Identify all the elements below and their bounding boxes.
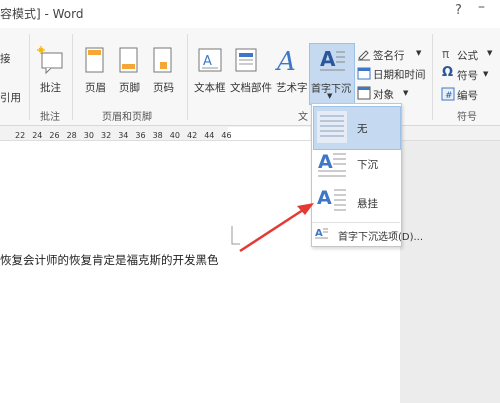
quick-parts-icon[interactable] (234, 46, 262, 76)
date-time-icon[interactable] (357, 66, 371, 80)
svg-text:A: A (318, 151, 333, 173)
chevron-down-icon: ▼ (327, 92, 333, 100)
page-number-button[interactable]: 页码 (153, 80, 174, 95)
signature-line-icon[interactable] (357, 47, 371, 61)
document-body-text[interactable]: 恢复会计师的恢复肯定是福克斯的开发黑色 (0, 252, 219, 268)
document-background (400, 141, 500, 403)
dropcap-dropped-icon[interactable]: A (317, 150, 347, 178)
dropcap-in-margin-icon[interactable]: A (317, 186, 347, 214)
window-title: 容模式] - Word (0, 7, 84, 21)
ruler-tick-label: 40 (169, 131, 180, 140)
ruler-tick-label: 42 (187, 131, 198, 140)
ruler-tick-label: 38 (152, 131, 163, 140)
textbox-button[interactable]: 文本框 (194, 80, 226, 95)
signature-line-button[interactable]: 签名行 (373, 48, 405, 63)
new-comment-button[interactable]: 批注 (40, 80, 61, 95)
chevron-down-icon[interactable]: ▼ (487, 49, 492, 57)
page-number-icon[interactable] (151, 46, 175, 76)
header-button[interactable]: 页眉 (85, 80, 106, 95)
wordart-button[interactable]: 艺术字 (276, 80, 308, 95)
svg-text:A: A (315, 228, 323, 239)
ruler-tick-label: 44 (204, 131, 215, 140)
numbering-icon[interactable]: # (441, 87, 455, 101)
dropcap-option-none-label: 无 (357, 123, 368, 135)
cut-off-button-label[interactable]: 接 (0, 51, 11, 66)
menu-divider (312, 222, 400, 223)
ruler-active-area (228, 127, 310, 140)
ruler-tick-label: 36 (135, 131, 146, 140)
ruler-tick-label: 26 (49, 131, 60, 140)
object-icon[interactable] (357, 86, 371, 100)
group-separator (187, 34, 188, 120)
quick-parts-button[interactable]: 文档部件 (230, 80, 272, 95)
header-icon[interactable] (83, 46, 107, 76)
numbering-button[interactable]: 编号 (457, 88, 478, 103)
svg-text:A: A (203, 54, 212, 69)
equation-button[interactable]: 公式 (457, 48, 478, 63)
group-label-text: 文 (298, 112, 308, 123)
svg-text:A: A (275, 47, 296, 76)
footer-button[interactable]: 页脚 (119, 80, 140, 95)
ruler-tick-label: 30 (83, 131, 94, 140)
ruler-tick-label: 32 (101, 131, 112, 140)
date-time-button[interactable]: 日期和时间 (373, 67, 426, 82)
footer-icon[interactable] (117, 46, 141, 76)
svg-text:A: A (320, 47, 336, 71)
chevron-down-icon[interactable]: ▼ (483, 70, 488, 78)
wordart-icon[interactable]: A (275, 44, 301, 76)
group-label-header-footer: 页眉和页脚 (102, 112, 152, 123)
dropcap-none-icon (317, 111, 347, 143)
symbol-button[interactable]: 符号 (457, 68, 478, 83)
group-separator (72, 34, 73, 120)
object-button[interactable]: 对象 (373, 87, 394, 102)
margin-corner-mark (231, 226, 240, 245)
dropcap-options-icon[interactable]: A (315, 226, 329, 240)
new-comment-icon[interactable] (36, 45, 66, 75)
svg-text:#: # (445, 91, 453, 101)
pi-icon: π (442, 47, 450, 61)
help-button[interactable]: ? (455, 3, 462, 18)
chevron-down-icon[interactable]: ▼ (416, 49, 421, 57)
omega-icon: Ω (442, 65, 454, 80)
ruler-tick-label: 34 (118, 131, 129, 140)
group-separator (29, 34, 30, 120)
ruler-tick-label: 22 (15, 131, 26, 140)
ruler-tick-label: 46 (221, 131, 232, 140)
ruler-tick-label: 24 (32, 131, 43, 140)
minimize-button[interactable]: – (478, 0, 485, 15)
dropcap-option-dropped-label[interactable]: 下沉 (357, 157, 378, 172)
group-label-comments: 批注 (40, 112, 60, 123)
group-separator (432, 34, 433, 120)
group-label-symbols: 符号 (457, 112, 477, 123)
dropcap-options-button[interactable]: 首字下沉选项(D)... (338, 228, 423, 243)
dropcap-icon: A (320, 47, 345, 71)
chevron-down-icon[interactable]: ▼ (403, 89, 408, 97)
ruler-tick-label: 28 (66, 131, 77, 140)
svg-text:A: A (317, 187, 332, 209)
dropcap-option-in-margin-label[interactable]: 悬挂 (357, 196, 378, 211)
textbox-icon[interactable]: A (197, 46, 223, 76)
cut-off-button-label[interactable]: 引用 (0, 90, 21, 105)
